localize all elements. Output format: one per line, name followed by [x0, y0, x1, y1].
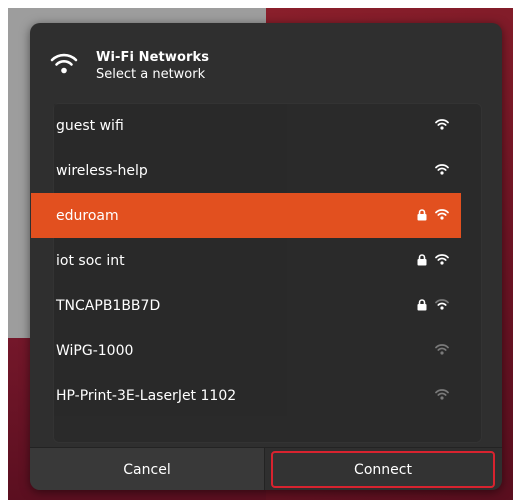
network-name: iot soc int	[56, 252, 125, 269]
wifi-signal-icon	[435, 388, 449, 400]
lock-icon	[417, 209, 427, 221]
network-row[interactable]: eduroam	[31, 193, 461, 238]
network-row[interactable]: TNCAPB1BB7D	[31, 283, 461, 328]
wifi-signal-icon	[435, 343, 449, 355]
network-name: wireless-help	[56, 162, 148, 179]
wifi-signal-icon	[435, 253, 449, 265]
wifi-signal-icon	[435, 298, 449, 310]
network-name: eduroam	[56, 207, 119, 224]
network-row[interactable]: guest wifi	[31, 103, 461, 148]
wifi-signal-icon	[435, 118, 449, 130]
network-name: HP-Print-3E-LaserJet 1102	[56, 387, 237, 404]
network-row[interactable]: WiPG-1000	[31, 328, 461, 373]
network-row[interactable]: iot soc int	[31, 238, 461, 283]
wifi-icon	[50, 53, 78, 74]
network-name: WiPG-1000	[56, 342, 134, 359]
wifi-signal-icon	[435, 163, 449, 175]
dialog-footer: Cancel Connect	[30, 447, 502, 490]
wifi-signal-icon	[435, 208, 449, 220]
lock-icon	[417, 299, 427, 311]
network-row[interactable]: wireless-help	[31, 148, 461, 193]
dialog-header: Wi-Fi Networks Select a network	[30, 23, 502, 101]
cancel-button[interactable]: Cancel	[30, 448, 265, 490]
network-name: TNCAPB1BB7D	[56, 297, 161, 314]
connect-button[interactable]: Connect	[271, 451, 495, 488]
network-name: guest wifi	[56, 117, 124, 134]
dialog-title: Wi-Fi Networks	[96, 50, 210, 65]
lock-icon	[417, 254, 427, 266]
wifi-dialog: Wi-Fi Networks Select a network guest wi…	[30, 23, 502, 490]
dialog-subtitle: Select a network	[96, 67, 206, 82]
network-row[interactable]: HP-Print-3E-LaserJet 1102	[31, 373, 461, 418]
